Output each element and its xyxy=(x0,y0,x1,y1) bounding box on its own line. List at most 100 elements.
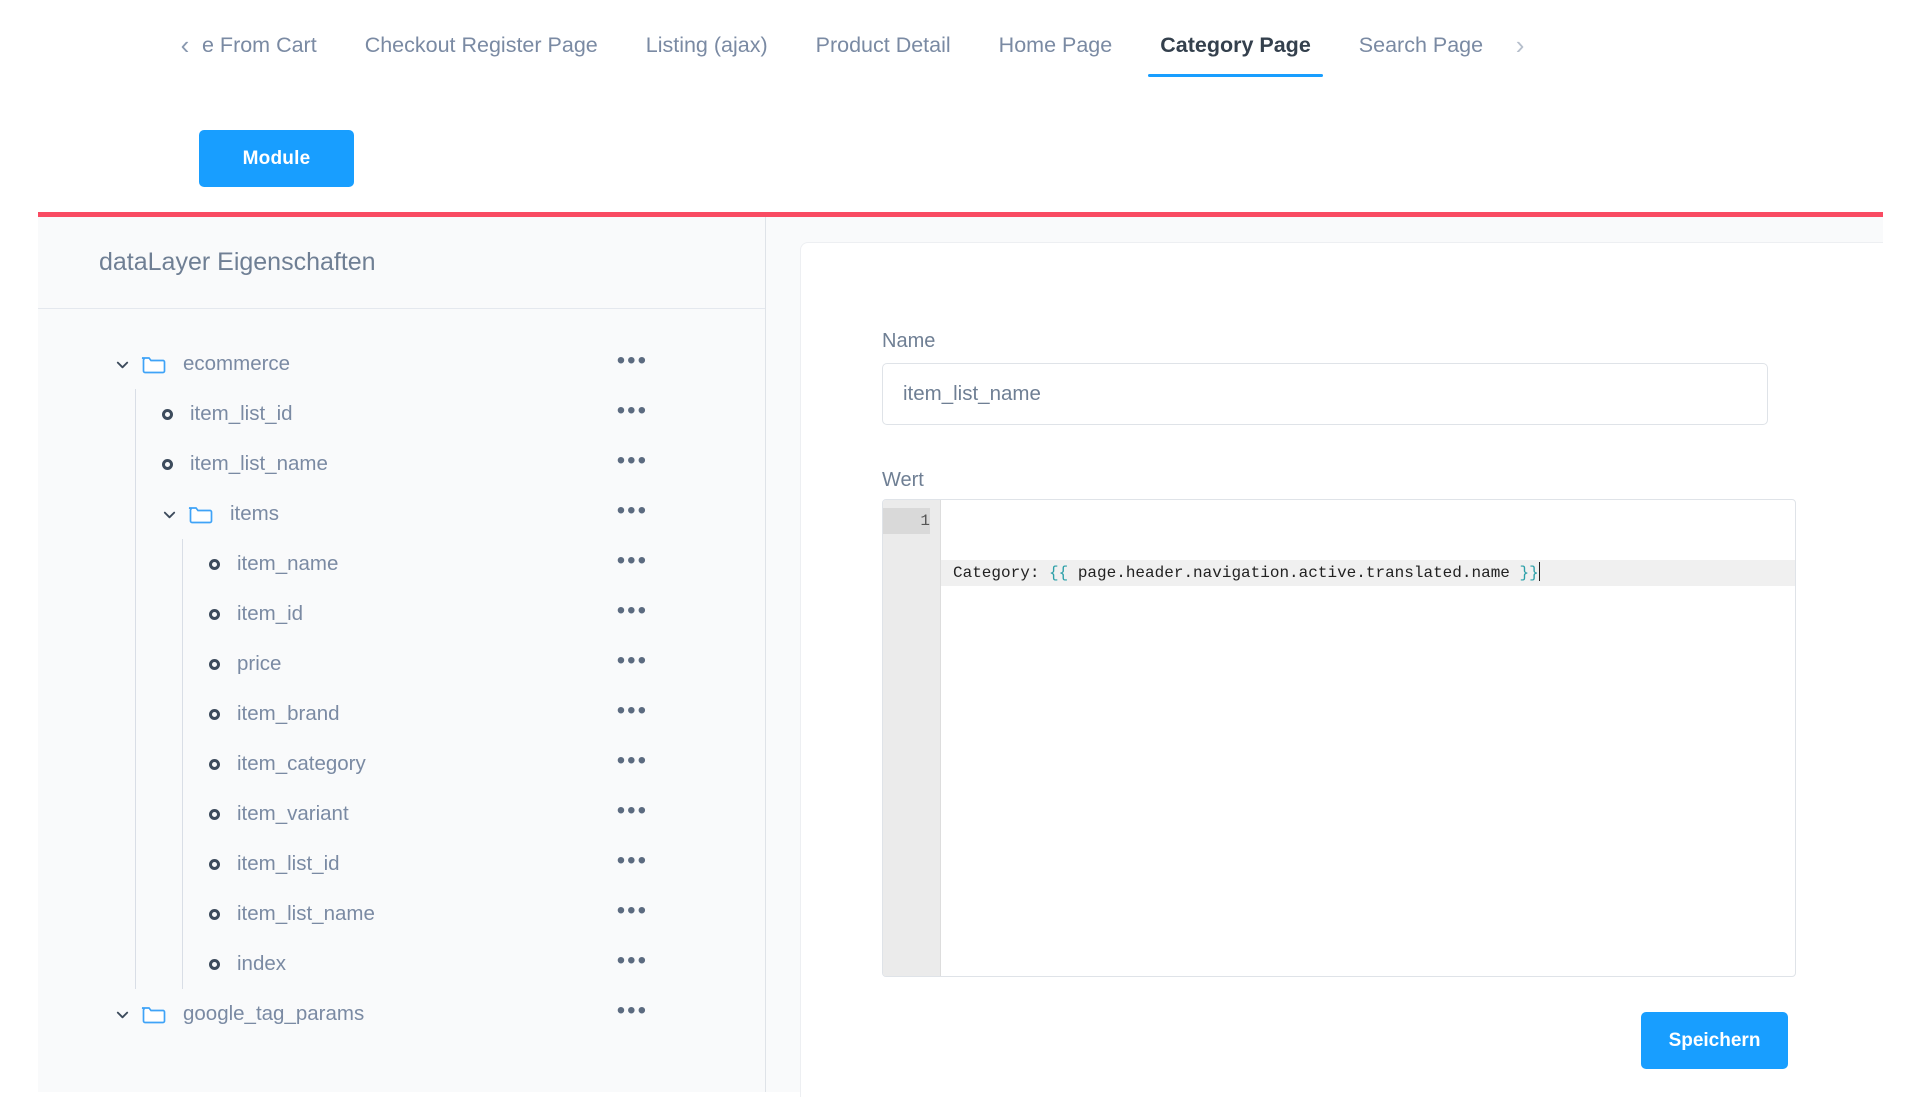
tree-item-item-list-id[interactable]: item_list_id ••• xyxy=(38,389,765,439)
tree-item-label: item_name xyxy=(237,552,339,575)
tree-guide-line xyxy=(135,689,136,739)
folder-icon xyxy=(187,503,216,525)
property-dot-icon xyxy=(158,458,176,470)
tree-item-menu-icon[interactable]: ••• xyxy=(617,739,648,789)
tree-guide-line xyxy=(135,639,136,689)
tree-item-item-category[interactable]: item_category ••• xyxy=(38,739,765,789)
tree-item-menu-icon[interactable]: ••• xyxy=(617,839,648,889)
tree-guide-line xyxy=(135,439,136,489)
content-frame: dataLayer Eigenschaften ecommerce ••• it… xyxy=(38,212,1883,1097)
tab-product-detail[interactable]: Product Detail xyxy=(792,0,975,90)
save-button[interactable]: Speichern xyxy=(1641,1012,1788,1069)
tree-item-label: ecommerce xyxy=(183,352,291,375)
tree-item-label: item_brand xyxy=(237,702,340,725)
tree-guide-line xyxy=(182,739,183,789)
chevron-down-icon[interactable] xyxy=(111,357,133,372)
editor-code-line[interactable]: Category: {{ page.header.navigation.acti… xyxy=(941,560,1795,586)
tree-item-menu-icon[interactable]: ••• xyxy=(617,389,648,439)
tree-item-item-list-id-nested[interactable]: item_list_id ••• xyxy=(38,839,765,889)
tree-item-price[interactable]: price ••• xyxy=(38,639,765,689)
tree-item-items[interactable]: items ••• xyxy=(38,489,765,539)
tree-guide-line xyxy=(135,589,136,639)
twig-close-delimiter: }} xyxy=(1519,564,1539,582)
tree-item-menu-icon[interactable]: ••• xyxy=(617,489,648,539)
tab-category-page[interactable]: Category Page xyxy=(1136,0,1335,90)
tree-guide-line xyxy=(182,539,183,589)
property-dot-icon xyxy=(205,808,223,820)
tab-search-page[interactable]: Search Page xyxy=(1335,0,1507,90)
tree-item-menu-icon[interactable]: ••• xyxy=(617,989,648,1039)
tabs-prev-arrow-icon[interactable]: ‹ xyxy=(172,32,198,58)
tree-guide-line xyxy=(135,539,136,589)
page-tabs: ‹ e From Cart Checkout Register Page Lis… xyxy=(0,0,1920,90)
property-dot-icon xyxy=(205,608,223,620)
tree-item-label: item_category xyxy=(237,752,366,775)
tree-guide-line xyxy=(182,889,183,939)
tree-item-item-list-name[interactable]: item_list_name ••• xyxy=(38,439,765,489)
tree-guide-line xyxy=(135,489,136,539)
tree-item-label: item_list_id xyxy=(190,402,293,425)
tree-guide-line xyxy=(135,789,136,839)
tree-item-menu-icon[interactable]: ••• xyxy=(617,339,648,389)
tree-item-menu-icon[interactable]: ••• xyxy=(617,939,648,989)
tabs-scroll-container: e From Cart Checkout Register Page Listi… xyxy=(198,0,1507,90)
property-dot-icon xyxy=(205,958,223,970)
twig-expression: page.header.navigation.active.translated… xyxy=(1068,564,1520,582)
tree-item-item-name[interactable]: item_name ••• xyxy=(38,539,765,589)
tree-item-label: item_list_id xyxy=(237,852,340,875)
editor-code-area[interactable]: Category: {{ page.header.navigation.acti… xyxy=(941,500,1795,976)
tree-item-label: index xyxy=(237,952,287,975)
tree-item-label: items xyxy=(230,502,279,525)
property-dot-icon xyxy=(158,408,176,420)
tree-guide-line xyxy=(135,389,136,439)
tree-item-ecommerce[interactable]: ecommerce ••• xyxy=(38,339,765,389)
tree-guide-line xyxy=(182,789,183,839)
name-input[interactable] xyxy=(882,363,1768,425)
module-button[interactable]: Module xyxy=(199,130,354,187)
tree-item-index[interactable]: index ••• xyxy=(38,939,765,989)
tree-item-item-variant[interactable]: item_variant ••• xyxy=(38,789,765,839)
tree-item-label: price xyxy=(237,652,282,675)
tab-listing-ajax[interactable]: Listing (ajax) xyxy=(622,0,792,90)
tree-item-google-tag-params[interactable]: google_tag_params ••• xyxy=(38,989,765,1039)
tree-guide-line xyxy=(182,589,183,639)
chevron-down-icon[interactable] xyxy=(158,507,180,522)
tree-item-label: item_id xyxy=(237,602,304,625)
tree-item-label: google_tag_params xyxy=(183,1002,365,1025)
tree-item-item-list-name-nested[interactable]: item_list_name ••• xyxy=(38,889,765,939)
panel-divider xyxy=(765,217,766,1092)
property-dot-icon xyxy=(205,858,223,870)
tree-item-menu-icon[interactable]: ••• xyxy=(617,639,648,689)
tree-guide-line xyxy=(135,739,136,789)
tree-item-item-brand[interactable]: item_brand ••• xyxy=(38,689,765,739)
datalayer-property-tree: ecommerce ••• item_list_id ••• item_list… xyxy=(38,309,765,1092)
tab-home-page[interactable]: Home Page xyxy=(975,0,1137,90)
property-dot-icon xyxy=(205,708,223,720)
tab-remove-from-cart[interactable]: e From Cart xyxy=(202,0,341,90)
folder-icon xyxy=(140,1003,169,1025)
property-editor-panel: Name Wert 1 Category: {{ page.header.nav… xyxy=(800,242,1883,1097)
tree-guide-line xyxy=(135,939,136,989)
text-caret xyxy=(1538,562,1540,581)
tree-item-label: item_list_name xyxy=(237,902,375,925)
chevron-down-icon[interactable] xyxy=(111,1007,133,1022)
datalayer-properties-panel: dataLayer Eigenschaften ecommerce ••• it… xyxy=(38,217,765,1092)
tree-guide-line xyxy=(182,689,183,739)
property-dot-icon xyxy=(205,758,223,770)
name-field-label: Name xyxy=(882,330,936,352)
tree-guide-line xyxy=(182,639,183,689)
tab-checkout-register-page[interactable]: Checkout Register Page xyxy=(341,0,622,90)
tree-item-menu-icon[interactable]: ••• xyxy=(617,889,648,939)
code-prefix-text: Category: xyxy=(953,564,1050,582)
tree-item-menu-icon[interactable]: ••• xyxy=(617,789,648,839)
tabs-next-arrow-icon[interactable]: › xyxy=(1507,32,1533,58)
tree-item-menu-icon[interactable]: ••• xyxy=(617,539,648,589)
tree-item-menu-icon[interactable]: ••• xyxy=(617,439,648,489)
tree-item-menu-icon[interactable]: ••• xyxy=(617,589,648,639)
tree-guide-line xyxy=(182,839,183,889)
tree-item-item-id[interactable]: item_id ••• xyxy=(38,589,765,639)
tree-guide-line xyxy=(135,839,136,889)
tree-item-menu-icon[interactable]: ••• xyxy=(617,689,648,739)
value-code-editor[interactable]: 1 Category: {{ page.header.navigation.ac… xyxy=(882,499,1796,977)
folder-icon xyxy=(140,353,169,375)
